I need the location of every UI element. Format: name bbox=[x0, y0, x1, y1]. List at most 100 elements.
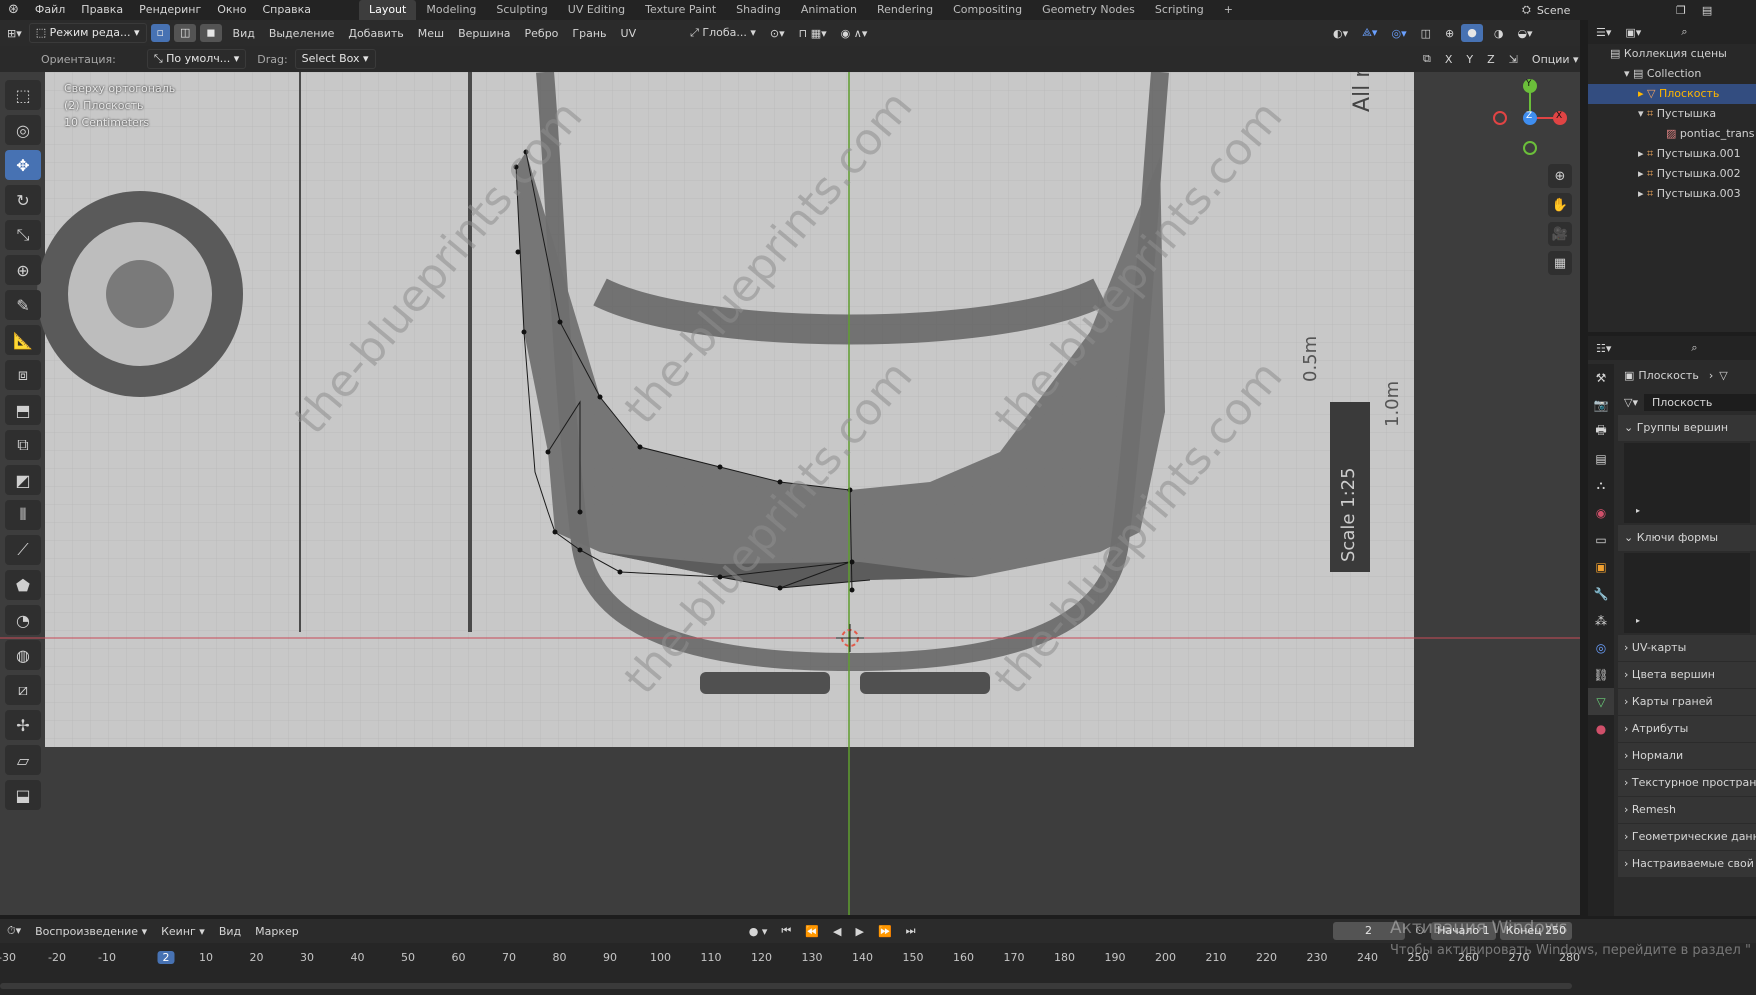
menu-view[interactable]: Вид bbox=[226, 27, 262, 40]
proportional-edit-icon[interactable]: ◉ ∧▾ bbox=[834, 27, 875, 40]
mode-selector[interactable]: ⬚ Режим реда... ▾ bbox=[28, 23, 147, 43]
outliner-item-plane[interactable]: ▸ ▽ Плоскость bbox=[1588, 84, 1756, 104]
material-tab-icon[interactable]: ● bbox=[1588, 715, 1614, 742]
jump-start-icon[interactable]: ⏮ bbox=[774, 924, 798, 938]
expand-arrow-icon[interactable]: ▸ bbox=[1636, 616, 1640, 625]
bevel-tool-icon[interactable]: ◩ bbox=[5, 465, 41, 495]
shape-keys-list[interactable]: ▸ bbox=[1624, 553, 1750, 633]
search-icon[interactable]: ⌕ bbox=[1691, 341, 1697, 355]
tab-compositing[interactable]: Compositing bbox=[943, 0, 1032, 20]
marker-menu[interactable]: Маркер bbox=[248, 925, 306, 938]
scene-selector[interactable]: ⛭ Scene bbox=[1522, 0, 1570, 20]
shrink-fatten-tool-icon[interactable]: ✢ bbox=[5, 710, 41, 740]
solid-shading-icon[interactable]: ● bbox=[1461, 24, 1483, 42]
camera-view-icon[interactable]: 🎥 bbox=[1548, 222, 1572, 246]
menu-file[interactable]: Файл bbox=[27, 0, 73, 20]
menu-vertex[interactable]: Вершина bbox=[451, 27, 517, 40]
expand-arrow-icon[interactable]: ▸ bbox=[1638, 87, 1647, 100]
auto-merge-icon[interactable]: ⇲ bbox=[1502, 53, 1525, 66]
overlay-toggle-icon[interactable]: ◎▾ bbox=[1384, 27, 1413, 40]
panel-remesh[interactable]: › Remesh bbox=[1618, 797, 1756, 823]
axis-y-toggle[interactable]: Y bbox=[1459, 53, 1480, 66]
view-layer-icon[interactable]: ▤ bbox=[1702, 4, 1712, 17]
panel-normals[interactable]: › Нормали bbox=[1618, 743, 1756, 769]
expand-arrow-icon[interactable]: ▸ bbox=[1638, 147, 1647, 160]
face-select-button[interactable]: ◼ bbox=[200, 24, 222, 42]
tab-texture-paint[interactable]: Texture Paint bbox=[635, 0, 726, 20]
render-tab-icon[interactable]: 📷 bbox=[1588, 391, 1614, 418]
particles-tab-icon[interactable]: ⁂ bbox=[1588, 607, 1614, 634]
copy-icon[interactable]: ❐ bbox=[1676, 4, 1686, 17]
cursor-tool-icon[interactable]: ◎ bbox=[5, 115, 41, 145]
outliner-item-collection[interactable]: ▾ ▤ Collection bbox=[1588, 64, 1756, 84]
menu-uv[interactable]: UV bbox=[614, 27, 644, 40]
menu-mesh[interactable]: Меш bbox=[411, 27, 451, 40]
outliner-item-image[interactable]: ▨ pontiac_trans bbox=[1588, 124, 1756, 144]
menu-select[interactable]: Выделение bbox=[262, 27, 342, 40]
outliner-item-empty[interactable]: ▸ ⌗ Пустышка.002 bbox=[1588, 164, 1756, 184]
poly-build-tool-icon[interactable]: ⬟ bbox=[5, 570, 41, 600]
tab-uv-editing[interactable]: UV Editing bbox=[558, 0, 635, 20]
physics-tab-icon[interactable]: ◎ bbox=[1588, 634, 1614, 661]
outliner-item-empty[interactable]: ▸ ⌗ Пустышка.001 bbox=[1588, 144, 1756, 164]
shear-tool-icon[interactable]: ▱ bbox=[5, 745, 41, 775]
timeline-scrollbar[interactable] bbox=[0, 983, 1572, 989]
measure-tool-icon[interactable]: 📐 bbox=[5, 325, 41, 355]
drag-dropdown[interactable]: Select Box ▾ bbox=[294, 49, 376, 69]
move-tool-icon[interactable]: ✥ bbox=[5, 150, 41, 180]
collection-tab-icon[interactable]: ▭ bbox=[1588, 526, 1614, 553]
tab-animation[interactable]: Animation bbox=[791, 0, 867, 20]
expand-arrow-icon[interactable]: ▸ bbox=[1638, 187, 1647, 200]
tab-geometry-nodes[interactable]: Geometry Nodes bbox=[1032, 0, 1145, 20]
view-layer-tab-icon[interactable]: ▤ bbox=[1588, 445, 1614, 472]
tool-tab-icon[interactable]: ⚒ bbox=[1588, 364, 1614, 391]
xray-toggle-icon[interactable]: ◫ bbox=[1414, 27, 1438, 40]
navigation-gizmo[interactable]: Y X Z bbox=[1490, 78, 1570, 158]
outliner-scene-collection[interactable]: ▤ Коллекция сцены bbox=[1588, 44, 1756, 64]
panel-texture-space[interactable]: › Текстурное простран bbox=[1618, 770, 1756, 796]
visibility-icon[interactable]: ◐▾ bbox=[1326, 27, 1355, 40]
editor-type-icon[interactable]: ⊞▾ bbox=[0, 27, 29, 40]
tab-sculpting[interactable]: Sculpting bbox=[486, 0, 557, 20]
panel-uv-maps[interactable]: › UV-карты bbox=[1618, 635, 1756, 661]
outliner-editor-icon[interactable]: ☰▾ bbox=[1596, 26, 1611, 39]
timeline-editor-icon[interactable]: ⏱▾ bbox=[0, 924, 28, 938]
panel-face-maps[interactable]: › Карты граней bbox=[1618, 689, 1756, 715]
smooth-tool-icon[interactable]: ◍ bbox=[5, 640, 41, 670]
menu-edit[interactable]: Правка bbox=[73, 0, 131, 20]
keying-menu[interactable]: Кеинг ▾ bbox=[154, 925, 212, 938]
menu-window[interactable]: Окно bbox=[209, 0, 254, 20]
search-icon[interactable]: ⌕ bbox=[1681, 25, 1687, 39]
menu-render[interactable]: Рендеринг bbox=[131, 0, 209, 20]
rip-region-tool-icon[interactable]: ⬓ bbox=[5, 780, 41, 810]
modifier-tab-icon[interactable]: 🔧 bbox=[1588, 580, 1614, 607]
expand-arrow-icon[interactable]: ▾ bbox=[1638, 107, 1647, 120]
tab-scripting[interactable]: Scripting bbox=[1145, 0, 1214, 20]
add-workspace-icon[interactable]: + bbox=[1214, 0, 1243, 20]
gizmo-toggle-icon[interactable]: ⟁▾ bbox=[1355, 26, 1384, 40]
expand-arrow-icon[interactable]: ▸ bbox=[1638, 167, 1647, 180]
tab-layout[interactable]: Layout bbox=[358, 0, 417, 20]
zoom-icon[interactable]: ⊕ bbox=[1548, 164, 1572, 188]
extrude-tool-icon[interactable]: ⬒ bbox=[5, 395, 41, 425]
properties-editor-icon[interactable]: ☷▾ bbox=[1596, 342, 1611, 355]
axis-x-toggle[interactable]: X bbox=[1438, 53, 1460, 66]
scene-tab-icon[interactable]: ⛬ bbox=[1588, 472, 1614, 499]
expand-arrow-icon[interactable]: ▸ bbox=[1636, 506, 1640, 515]
blender-logo-icon[interactable]: ⊛ bbox=[0, 0, 27, 20]
expand-arrow-icon[interactable]: ▾ bbox=[1624, 67, 1633, 80]
object-tab-icon[interactable]: ▣ bbox=[1588, 553, 1614, 580]
snap-icon[interactable]: ⊓ ▦▾ bbox=[792, 27, 834, 40]
outliner-item-empty[interactable]: ▾ ⌗ Пустышка bbox=[1588, 104, 1756, 124]
menu-help[interactable]: Справка bbox=[254, 0, 318, 20]
orientation-dropdown[interactable]: ⤡ По умолч... ▾ bbox=[146, 49, 247, 69]
jump-keyframe-forward-icon[interactable]: ⏩ bbox=[871, 925, 899, 938]
knife-tool-icon[interactable]: ⟋ bbox=[5, 535, 41, 565]
3d-viewport[interactable]: the-blueprints.com the-blueprints.com th… bbox=[0, 72, 1580, 915]
wireframe-shading-icon[interactable]: ⊕ bbox=[1438, 27, 1461, 40]
scale-tool-icon[interactable]: ⤡ bbox=[5, 220, 41, 250]
annotate-tool-icon[interactable]: ✎ bbox=[5, 290, 41, 320]
play-icon[interactable]: ▶ bbox=[848, 925, 870, 938]
timeline-view-menu[interactable]: Вид bbox=[212, 925, 248, 938]
menu-add[interactable]: Добавить bbox=[341, 27, 410, 40]
